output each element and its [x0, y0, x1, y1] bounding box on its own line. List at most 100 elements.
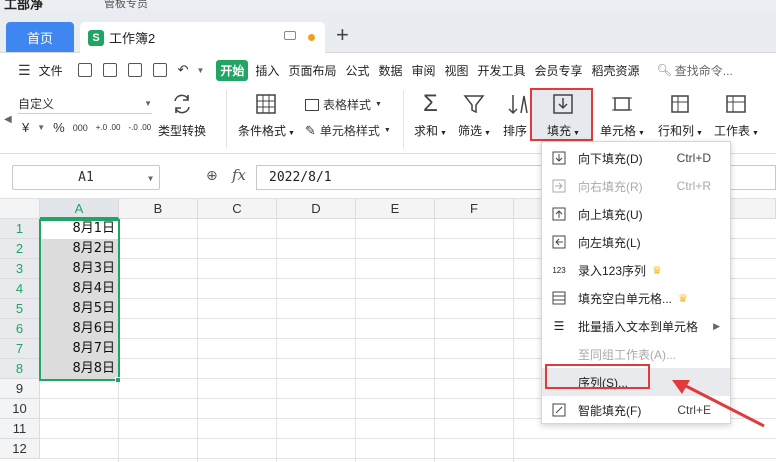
save-icon[interactable] [77, 63, 92, 77]
row-header[interactable]: 8 [0, 359, 40, 379]
menu-item-fill-down[interactable]: 向下填充(D) Ctrl+D [542, 144, 730, 172]
percent-button[interactable]: % [53, 120, 65, 135]
menu-home-active[interactable]: 开始 [216, 59, 249, 81]
submenu-arrow-icon: ▶ [713, 320, 720, 331]
row-header[interactable]: 7 [0, 339, 40, 359]
ribbon-separator [403, 90, 404, 148]
column-header[interactable]: A [40, 199, 119, 219]
row-col-icon [667, 92, 693, 116]
tab-home[interactable]: 首页 [6, 22, 74, 52]
table-style-icon [305, 98, 319, 111]
fill-label: 填充 ▼ [547, 124, 580, 138]
menu-view[interactable]: 视图 [445, 62, 469, 79]
row-header[interactable]: 6 [0, 319, 40, 339]
menu-item-batch-insert[interactable]: ☰ 批量插入文本到单元格 ▶ [542, 312, 730, 340]
currency-dropdown-icon[interactable]: ▼ [37, 123, 45, 132]
fill-group[interactable]: 填充 ▼ [547, 92, 580, 139]
thousands-button[interactable]: 000 [73, 123, 88, 133]
menu-review[interactable]: 审阅 [411, 62, 435, 79]
more-dropdown-icon[interactable]: ▼ [196, 66, 204, 75]
column-header[interactable]: E [356, 199, 435, 219]
red-arrow-annotation [672, 380, 765, 428]
cell-style-icon: ✎ [305, 122, 316, 138]
row-col-group[interactable]: 行和列 ▼ [658, 92, 703, 139]
document-name: 工作簿2 [109, 31, 156, 46]
row-header[interactable]: 12 [0, 439, 40, 459]
menu-data[interactable]: 数据 [378, 62, 402, 79]
grid-line [355, 219, 356, 462]
filter-group[interactable]: 筛选 ▼ [458, 92, 491, 139]
sum-label: 求和 ▼ [414, 124, 447, 138]
menu-item-label: 至同组工作表(A)... [578, 347, 676, 362]
new-tab-button[interactable]: + [336, 23, 349, 47]
fill-blank-icon [552, 291, 566, 305]
menu-developer[interactable]: 开发工具 [478, 62, 526, 79]
row-header[interactable]: 11 [0, 419, 40, 439]
menu-item-label: 智能填充(F) [578, 403, 642, 418]
table-style-button[interactable]: 表格样式 ▼ [305, 96, 382, 113]
spreadsheet-file-icon: S [88, 29, 104, 46]
fill-handle[interactable] [115, 377, 121, 383]
menu-item-fill-left[interactable]: 向左填充(L) [542, 228, 730, 256]
filter-label: 筛选 ▼ [458, 124, 491, 138]
zoom-icon[interactable]: ⊕ [206, 167, 218, 184]
menu-item-label: 批量插入文本到单元格 [578, 319, 699, 334]
column-header[interactable]: D [277, 199, 356, 219]
row-header[interactable]: 4 [0, 279, 40, 299]
smart-fill-icon [552, 403, 566, 417]
conditional-format-group[interactable]: 条件格式 ▼ [238, 92, 295, 139]
unsaved-dot-icon [308, 34, 315, 41]
menu-item-sequence-123[interactable]: 123 录入123序列 ♛ [542, 256, 730, 284]
menu-member[interactable]: 会员专享 [535, 62, 583, 79]
column-header[interactable]: F [435, 199, 514, 219]
tab-document[interactable]: S 工作簿2 [80, 22, 325, 53]
menu-formula[interactable]: 公式 [345, 62, 369, 79]
hamburger-icon[interactable]: ☰ [18, 62, 31, 79]
grid-line [434, 219, 435, 462]
chevron-down-icon: ▼ [148, 174, 153, 183]
menu-docer[interactable]: 稻壳资源 [592, 62, 640, 79]
row-header[interactable]: 2 [0, 239, 40, 259]
print-preview-icon[interactable] [152, 63, 167, 77]
menu-item-fill-blank[interactable]: 填充空白单元格... ♛ [542, 284, 730, 312]
currency-button[interactable]: ¥ [22, 120, 29, 135]
monitor-icon[interactable] [284, 31, 296, 40]
menu-file[interactable]: 文件 [39, 62, 63, 79]
undo-icon[interactable]: ↶ [178, 62, 189, 78]
crown-icon: ♛ [652, 264, 662, 277]
number-format-buttons: ¥ ▼ % 000 +.0 .00 -.0 .00 [22, 120, 151, 135]
row-header[interactable]: 5 [0, 299, 40, 319]
sort-icon [506, 92, 532, 116]
menu-insert[interactable]: 插入 [255, 62, 279, 79]
cell-style-button[interactable]: ✎ 单元格样式 ▼ [305, 122, 391, 139]
menu-page-layout[interactable]: 页面布局 [288, 62, 336, 79]
name-box[interactable]: A1 ▼ [12, 165, 160, 190]
type-convert-group[interactable]: 类型转换 [158, 92, 206, 139]
print-icon[interactable] [127, 63, 142, 77]
menu-item-label: 向左填充(L) [578, 235, 641, 250]
number-format-select[interactable]: 自定义 ▼ [18, 94, 152, 114]
decrease-decimal-button[interactable]: -.0 .00 [128, 123, 151, 132]
menu-item-fill-right: 向右填充(R) Ctrl+R [542, 172, 730, 200]
search-command[interactable]: 查找命令... [675, 62, 733, 79]
sheet-group[interactable]: 工作表 ▼ [714, 92, 759, 139]
menu-item-label: 填充空白单元格... [578, 291, 673, 306]
row-header[interactable]: 1 [0, 219, 40, 239]
row-header[interactable]: 9 [0, 379, 40, 399]
sequence-123-icon: 123 [552, 265, 566, 275]
convert-icon [169, 92, 195, 116]
column-header[interactable]: C [198, 199, 277, 219]
row-header[interactable]: 10 [0, 399, 40, 419]
row-header[interactable]: 3 [0, 259, 40, 279]
export-pdf-icon[interactable] [102, 63, 117, 77]
sum-group[interactable]: Σ 求和 ▼ [414, 90, 447, 139]
increase-decimal-button[interactable]: +.0 .00 [96, 123, 121, 132]
conditional-format-label: 条件格式 ▼ [238, 124, 295, 138]
select-all-corner[interactable] [0, 199, 40, 219]
menu-item-fill-up[interactable]: 向上填充(U) [542, 200, 730, 228]
column-header[interactable]: B [119, 199, 198, 219]
cell-group[interactable]: 单元格 ▼ [600, 92, 645, 139]
ribbon-left-scroll-icon[interactable]: ◀ [4, 114, 12, 125]
crown-icon: ♛ [678, 292, 688, 305]
fx-icon[interactable]: fx [232, 166, 246, 184]
